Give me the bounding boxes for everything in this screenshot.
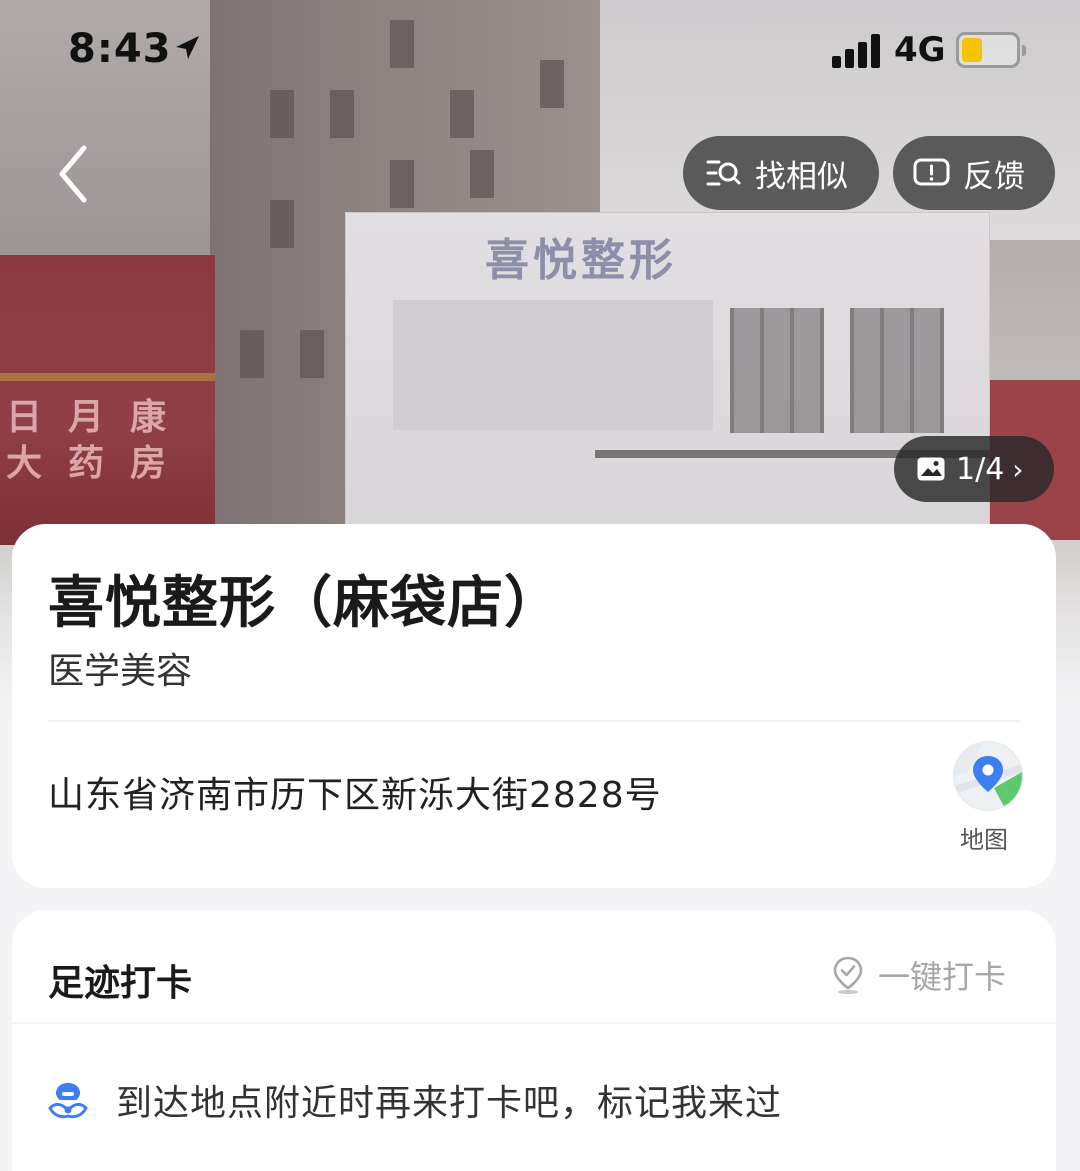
map-button[interactable]: 地图 xyxy=(950,740,1026,854)
photo-clinic-building: 喜悦整形 xyxy=(345,212,990,532)
place-category: 医学美容 xyxy=(48,651,193,692)
checkin-action-label: 一键打卡 xyxy=(878,958,1007,996)
map-thumbnail xyxy=(954,742,1022,810)
map-label: 地图 xyxy=(960,826,1008,854)
feedback-button[interactable]: 反馈 xyxy=(893,136,1055,210)
divider xyxy=(48,720,1020,722)
photo-counter: 1/4 xyxy=(956,451,1005,487)
one-tap-checkin-button[interactable]: 一键打卡 xyxy=(832,950,1006,1000)
pharmacy-sign: 日月康 大药房 xyxy=(6,397,193,484)
chevron-right-icon: › xyxy=(1012,452,1024,486)
checkin-hint-text: 到达地点附近时再来打卡吧，标记我来过 xyxy=(116,1083,783,1124)
place-name: 喜悦整形（麻袋店） xyxy=(48,571,561,636)
find-similar-button[interactable]: 找相似 xyxy=(683,136,879,210)
find-similar-label: 找相似 xyxy=(755,158,848,195)
checkin-hint: 到达地点附近时再来打卡吧，标记我来过 xyxy=(46,1074,782,1126)
divider xyxy=(12,1022,1056,1024)
checkin-title: 足迹打卡 xyxy=(48,963,193,1004)
image-search-icon xyxy=(706,160,741,186)
location-arrow-icon xyxy=(176,36,199,59)
network-type: 4G xyxy=(894,30,946,70)
status-bar: 8:43 4G xyxy=(0,0,1080,100)
photo-pharmacy-building: 日月康 大药房 xyxy=(0,255,215,545)
storefront-sign: 喜悦整形 xyxy=(485,235,677,286)
photo-gallery-button[interactable]: 1/4 › xyxy=(894,436,1054,502)
status-time: 8:43 xyxy=(68,26,172,72)
back-button[interactable] xyxy=(50,138,106,208)
map-pin-icon xyxy=(954,742,1022,810)
battery-icon xyxy=(956,32,1026,68)
feedback-label: 反馈 xyxy=(963,158,1025,195)
place-address[interactable]: 山东省济南市历下区新泺大街2828号 xyxy=(48,766,662,818)
feedback-icon xyxy=(913,158,950,186)
location-check-icon xyxy=(833,956,863,994)
signal-icon xyxy=(832,34,882,68)
checkin-card: 足迹打卡 一键打卡 到达地点附近时再来打卡吧，标记我来过 xyxy=(12,910,1056,1171)
photo-icon xyxy=(917,457,945,481)
footprint-icon xyxy=(48,1083,88,1119)
place-info-card: 喜悦整形（麻袋店） 医学美容 山东省济南市历下区新泺大街2828号 地图 xyxy=(12,524,1056,888)
